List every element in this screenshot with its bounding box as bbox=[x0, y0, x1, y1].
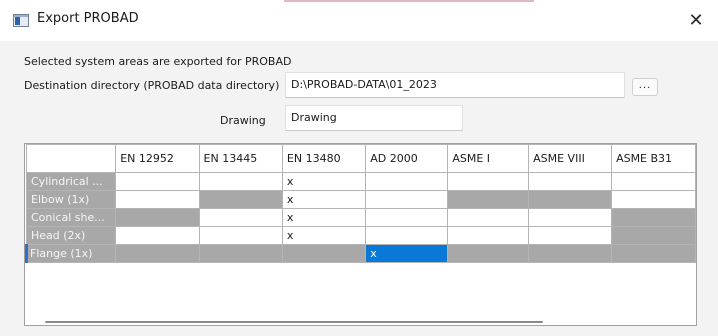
export-probad-dialog: Export PROBAD ✕ Selected system areas ar… bbox=[0, 0, 718, 336]
grid-cell[interactable] bbox=[115, 190, 200, 209]
destination-directory-input[interactable]: D:\PROBAD-DATA\01_2023 bbox=[285, 72, 625, 98]
grid-cell[interactable] bbox=[365, 172, 449, 191]
intro-text: Selected system areas are exported for P… bbox=[24, 55, 292, 68]
grid-cell[interactable] bbox=[447, 226, 530, 245]
browse-button[interactable]: ... bbox=[632, 78, 658, 96]
grid-cell[interactable] bbox=[115, 208, 200, 227]
grid-cell[interactable] bbox=[365, 190, 449, 209]
table-row[interactable]: Elbow (1x) x bbox=[25, 190, 696, 209]
table-row[interactable]: Head (2x) x bbox=[25, 226, 696, 245]
grid-cell[interactable] bbox=[365, 226, 449, 245]
row-header[interactable]: Head (2x) bbox=[25, 226, 117, 245]
table-row[interactable]: Cylindrical ... x bbox=[25, 172, 696, 191]
row-header[interactable]: Elbow (1x) bbox=[25, 190, 117, 209]
grid-cell[interactable] bbox=[115, 172, 200, 191]
column-header[interactable]: EN 12952 bbox=[115, 144, 200, 173]
grid-cell[interactable]: x bbox=[365, 244, 449, 263]
background-window-edge bbox=[284, 0, 534, 2]
column-header[interactable]: EN 13480 bbox=[281, 144, 367, 173]
drawing-input[interactable]: Drawing bbox=[285, 105, 463, 131]
grid-cell[interactable] bbox=[528, 172, 613, 191]
grid-cell[interactable] bbox=[115, 244, 200, 263]
row-header[interactable]: Flange (1x) bbox=[25, 244, 117, 263]
grid-cell[interactable] bbox=[198, 208, 283, 227]
grid-cell[interactable] bbox=[198, 172, 283, 191]
grid-cell[interactable] bbox=[528, 244, 613, 263]
grid-cell[interactable] bbox=[528, 208, 613, 227]
grid-header-row: EN 12952 EN 13445 EN 13480 AD 2000 ASME … bbox=[25, 144, 696, 173]
grid-cell[interactable] bbox=[447, 190, 530, 209]
title-bar: Export PROBAD ✕ bbox=[0, 0, 718, 41]
grid-cell[interactable] bbox=[447, 208, 530, 227]
destination-label: Destination directory (PROBAD data direc… bbox=[24, 79, 280, 92]
grid-cell[interactable] bbox=[611, 208, 696, 227]
grid-cell[interactable]: x bbox=[281, 190, 367, 209]
horizontal-scrollbar[interactable] bbox=[45, 321, 543, 323]
close-icon: ✕ bbox=[688, 10, 704, 31]
grid-corner bbox=[25, 144, 117, 173]
grid-cell[interactable] bbox=[198, 226, 283, 245]
column-header[interactable]: ASME I bbox=[447, 144, 530, 173]
grid-cell[interactable] bbox=[198, 244, 283, 263]
grid-cell[interactable] bbox=[528, 190, 613, 209]
close-button[interactable]: ✕ bbox=[674, 0, 718, 41]
column-header[interactable]: EN 13445 bbox=[198, 144, 283, 173]
grid-cell[interactable]: x bbox=[281, 172, 367, 191]
row-header[interactable]: Cylindrical ... bbox=[25, 172, 117, 191]
grid-cell[interactable] bbox=[611, 172, 696, 191]
grid-cell[interactable] bbox=[611, 244, 696, 263]
grid-cell[interactable]: x bbox=[281, 208, 367, 227]
column-header[interactable]: AD 2000 bbox=[365, 144, 449, 173]
grid-cell[interactable] bbox=[281, 244, 367, 263]
grid-cell[interactable] bbox=[611, 190, 696, 209]
drawing-label: Drawing bbox=[220, 114, 266, 127]
grid-cell[interactable] bbox=[611, 226, 696, 245]
table-row[interactable]: Conical she... x bbox=[25, 208, 696, 227]
grid-cell[interactable] bbox=[528, 226, 613, 245]
grid-cell[interactable] bbox=[447, 244, 530, 263]
column-header[interactable]: ASME VIII bbox=[528, 144, 613, 173]
row-header[interactable]: Conical she... bbox=[25, 208, 117, 227]
grid-cell[interactable] bbox=[365, 208, 449, 227]
export-grid-table: EN 12952 EN 13445 EN 13480 AD 2000 ASME … bbox=[25, 144, 696, 263]
app-window-icon bbox=[13, 14, 29, 27]
grid-cell[interactable] bbox=[447, 172, 530, 191]
column-header[interactable]: ASME B31 bbox=[611, 144, 696, 173]
grid-cell[interactable]: x bbox=[281, 226, 367, 245]
window-title: Export PROBAD bbox=[37, 11, 139, 26]
export-grid[interactable]: EN 12952 EN 13445 EN 13480 AD 2000 ASME … bbox=[24, 143, 697, 326]
grid-cell[interactable] bbox=[198, 190, 283, 209]
table-row[interactable]: Flange (1x) x bbox=[25, 244, 696, 263]
grid-cell[interactable] bbox=[115, 226, 200, 245]
